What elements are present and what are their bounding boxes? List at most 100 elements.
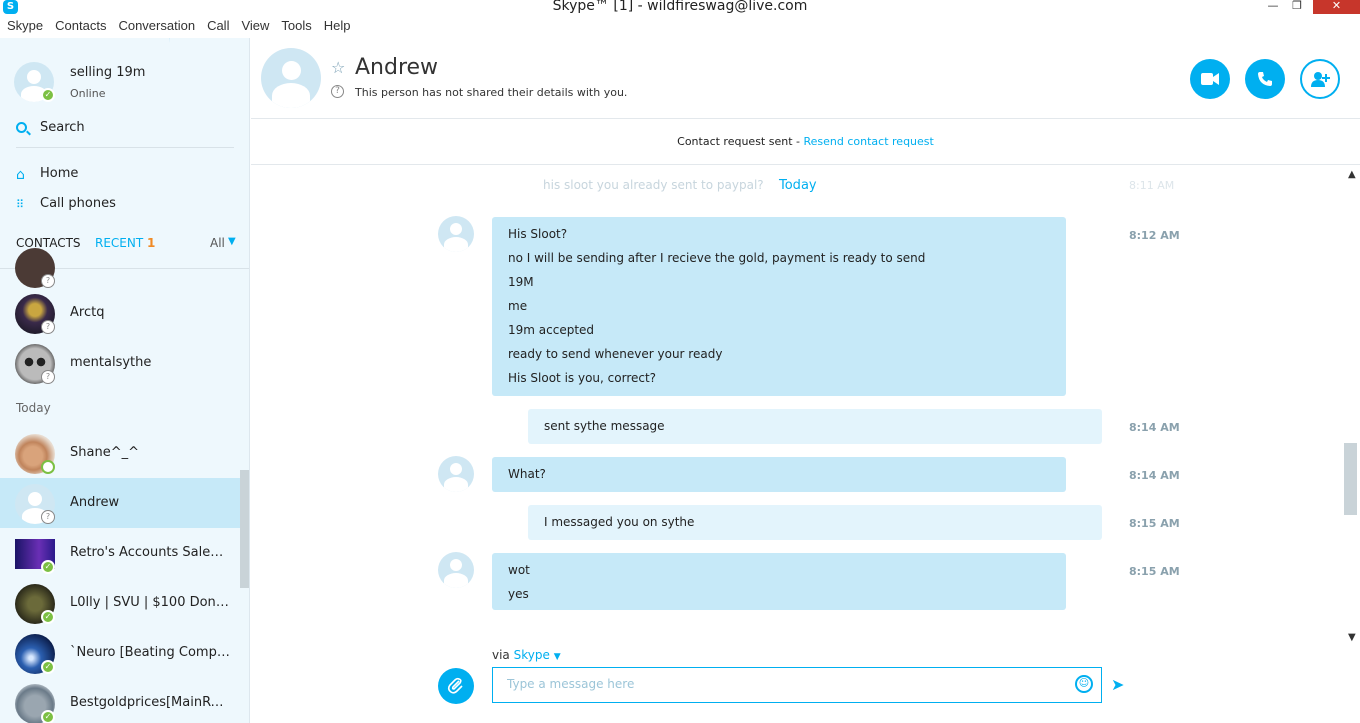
phone-icon xyxy=(1258,72,1272,86)
divider xyxy=(251,118,1360,119)
list-item[interactable]: ✓ `Neuro [Beating Competi... xyxy=(0,628,240,678)
emoticon-icon[interactable]: ☺ xyxy=(1075,675,1093,693)
nav-home-label: Home xyxy=(40,166,79,181)
online-status-icon: ✓ xyxy=(41,610,55,624)
title-bar: S Skype™ [1] - wildfireswag@live.com — ❐… xyxy=(0,0,1360,16)
message-bubble-incoming[interactable]: What? xyxy=(492,457,1066,492)
menu-call[interactable]: Call xyxy=(207,18,229,38)
add-people-button[interactable] xyxy=(1300,59,1340,99)
menu-help[interactable]: Help xyxy=(324,18,351,38)
divider xyxy=(251,164,1360,165)
section-header-today: Today xyxy=(16,401,51,415)
online-status-icon: ✓ xyxy=(41,560,55,574)
list-item[interactable]: ✓ Retro's Accounts Sales |... xyxy=(0,528,240,578)
dialpad-icon: ⠿ xyxy=(16,198,25,211)
menu-skype[interactable]: Skype xyxy=(7,18,43,38)
list-item[interactable]: ✓ L0lly | SVU | $100 Donated xyxy=(0,578,240,628)
message-bubble-outgoing[interactable]: sent sythe message xyxy=(528,409,1102,444)
my-profile[interactable]: ✓ selling 19m Online xyxy=(14,62,244,106)
search-box[interactable]: Search xyxy=(16,120,234,148)
sender-avatar[interactable] xyxy=(438,216,474,252)
scroll-up-icon[interactable]: ▲ xyxy=(1348,169,1356,180)
list-item[interactable]: ? xyxy=(0,242,240,292)
message-bubble-incoming[interactable]: wot yes xyxy=(492,553,1066,610)
message-input[interactable] xyxy=(507,677,1067,691)
menu-conversation[interactable]: Conversation xyxy=(118,18,195,38)
message-line: me xyxy=(508,299,528,313)
message-bubble-outgoing[interactable]: I messaged you on sythe xyxy=(528,505,1102,540)
contact-header-avatar[interactable] xyxy=(261,48,321,108)
paperclip-icon xyxy=(447,677,463,694)
contact-header-subtitle: This person has not shared their details… xyxy=(355,86,628,99)
audio-call-button[interactable] xyxy=(1245,59,1285,99)
unknown-status-icon: ? xyxy=(41,370,55,384)
faded-message-preview: his sloot you already sent to paypal? xyxy=(543,178,764,192)
search-label: Search xyxy=(40,120,85,135)
video-camera-icon xyxy=(1201,73,1219,85)
info-icon: ? xyxy=(331,85,344,98)
contact-list: ? ? Arctq ? mentalsythe Today Shane^_^ ?… xyxy=(0,248,249,723)
close-button[interactable]: ✕ xyxy=(1313,0,1360,14)
menu-view[interactable]: View xyxy=(241,18,269,38)
message-line: His Sloot is you, correct? xyxy=(508,371,657,385)
scroll-down-icon[interactable]: ▼ xyxy=(1348,632,1356,643)
nav-call-phones[interactable]: ⠿ Call phones xyxy=(16,196,236,218)
my-status[interactable]: Online xyxy=(70,87,105,100)
day-separator: Today xyxy=(779,178,817,193)
add-person-icon xyxy=(1311,72,1330,87)
video-call-button[interactable] xyxy=(1190,59,1230,99)
message-line: wot xyxy=(508,563,530,577)
resend-request-link[interactable]: Resend contact request xyxy=(804,135,934,148)
sidebar-scrollbar[interactable] xyxy=(240,470,249,588)
unknown-status-icon: ? xyxy=(41,320,55,334)
online-status-icon: ✓ xyxy=(41,710,55,723)
send-icon[interactable]: ➤ xyxy=(1111,675,1124,694)
message-line: 19M xyxy=(508,275,534,289)
message-line: ready to send whenever your ready xyxy=(508,347,723,361)
contact-name: Arctq xyxy=(70,305,105,320)
message-bubble-incoming[interactable]: His Sloot? no I will be sending after I … xyxy=(492,217,1066,396)
sender-avatar[interactable] xyxy=(438,456,474,492)
search-icon xyxy=(16,122,27,133)
message-line: 19m accepted xyxy=(508,323,595,337)
attach-button[interactable] xyxy=(438,668,474,704)
menu-bar: Skype Contacts Conversation Call View To… xyxy=(0,18,356,38)
message-input-box[interactable]: ☺ xyxy=(492,667,1102,703)
message-line: yes xyxy=(508,587,529,601)
contact-name: `Neuro [Beating Competi... xyxy=(70,645,230,660)
via-label: via xyxy=(492,648,510,662)
scrollbar-thumb[interactable] xyxy=(1344,443,1357,515)
via-service-link[interactable]: Skype xyxy=(514,648,550,662)
list-item-selected[interactable]: ? Andrew xyxy=(0,478,240,528)
message-line: His Sloot? xyxy=(508,227,568,241)
contact-request-banner: Contact request sent - Resend contact re… xyxy=(251,135,1360,148)
online-status-icon: ✓ xyxy=(41,88,55,102)
menu-contacts[interactable]: Contacts xyxy=(55,18,106,38)
nav-call-phones-label: Call phones xyxy=(40,196,116,211)
contact-name: Andrew xyxy=(70,495,120,510)
list-item[interactable]: ? mentalsythe xyxy=(0,338,240,388)
minimize-button[interactable]: — xyxy=(1266,0,1280,14)
message-timestamp: 8:12 AM xyxy=(1129,229,1180,242)
contact-header-name: Andrew xyxy=(355,55,439,80)
unknown-status-icon: ? xyxy=(41,510,55,524)
message-timestamp: 8:15 AM xyxy=(1129,565,1180,578)
sender-avatar[interactable] xyxy=(438,552,474,588)
contact-name: Bestgoldprices[MainRent... xyxy=(70,695,230,710)
via-selector[interactable]: via Skype ▼ xyxy=(492,648,561,662)
contact-name: Retro's Accounts Sales |... xyxy=(70,545,230,560)
contact-name: mentalsythe xyxy=(70,355,152,370)
chevron-down-icon[interactable]: ▼ xyxy=(554,652,561,662)
away-status-icon xyxy=(41,460,55,474)
favorite-star-icon[interactable]: ☆ xyxy=(331,58,345,77)
menu-tools[interactable]: Tools xyxy=(281,18,311,38)
maximize-button[interactable]: ❐ xyxy=(1290,0,1304,14)
list-item[interactable]: ✓ Bestgoldprices[MainRent... xyxy=(0,678,240,723)
list-item[interactable]: Shane^_^ xyxy=(0,428,240,478)
list-item[interactable]: ? Arctq xyxy=(0,288,240,338)
message-line: I messaged you on sythe xyxy=(544,515,695,529)
message-timestamp: 8:14 AM xyxy=(1129,421,1180,434)
message-timestamp: 8:14 AM xyxy=(1129,469,1180,482)
nav-home[interactable]: ⌂ Home xyxy=(16,166,236,188)
message-line: What? xyxy=(508,467,546,481)
